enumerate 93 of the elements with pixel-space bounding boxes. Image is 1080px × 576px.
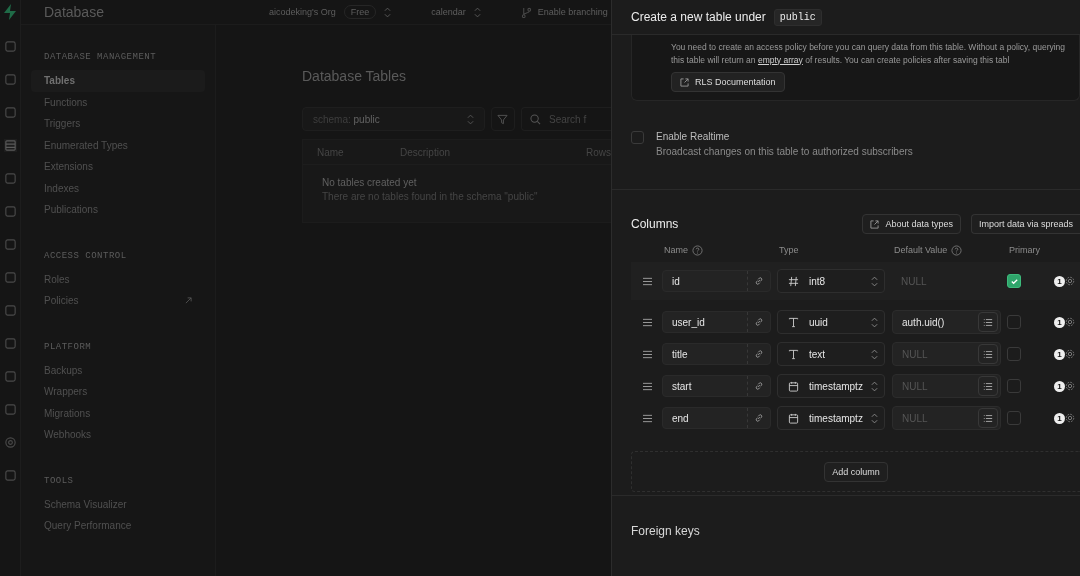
branch-icon [520, 6, 532, 18]
external-link-icon [870, 219, 880, 229]
chevrons-icon [871, 412, 878, 424]
filter-button[interactable] [491, 107, 515, 131]
column-name-field[interactable]: start [662, 375, 771, 397]
drag-handle-icon[interactable] [642, 317, 653, 327]
schema-tag: public [773, 8, 822, 26]
sidebar-item[interactable]: Policies [31, 290, 205, 312]
page-title: Database [43, 4, 105, 20]
sidebar-item[interactable]: Tables [31, 70, 205, 92]
count-badge: 1 [1054, 275, 1065, 287]
drag-handle-icon[interactable] [642, 381, 653, 391]
realtime-checkbox[interactable] [631, 131, 644, 144]
primary-key-checkbox[interactable] [1007, 411, 1021, 425]
chevrons-icon [871, 348, 878, 360]
count-badge: 1 [1054, 348, 1065, 360]
column-name-field[interactable]: id [662, 270, 771, 292]
column-name-field[interactable]: end [662, 407, 771, 429]
sidebar-item[interactable]: Migrations [31, 402, 205, 424]
hash-icon [788, 275, 799, 287]
link-icon[interactable] [754, 276, 764, 286]
column-header: Primary [1009, 245, 1040, 255]
search-icon [530, 113, 541, 125]
column-type-select[interactable]: text [777, 342, 885, 366]
sidebar-item[interactable]: Extensions [31, 156, 205, 178]
link-icon[interactable] [754, 381, 764, 391]
external-link-icon [680, 77, 689, 87]
sidebar-item[interactable]: Functions [31, 91, 205, 113]
sidebar-item[interactable]: Roles [31, 268, 205, 290]
empty-array-link[interactable]: empty array [757, 54, 803, 65]
enable-branching-button[interactable]: Enable branching [537, 7, 608, 17]
help-icon[interactable] [692, 244, 703, 256]
external-link-icon [185, 297, 192, 305]
calendar-icon [788, 412, 799, 424]
database-icon[interactable] [3, 139, 17, 152]
about-data-types-button[interactable]: About data types [862, 214, 961, 234]
filter-icon [497, 113, 509, 125]
link-icon[interactable] [754, 317, 764, 327]
section-heading: TOOLS [43, 475, 75, 486]
column-header: Name [664, 245, 688, 255]
lightning-logo-icon [3, 4, 17, 20]
chevrons-icon[interactable] [384, 6, 392, 18]
section-title: Database Tables [302, 68, 408, 84]
columns-title: Columns [631, 217, 679, 231]
sidebar-item[interactable]: Wrappers [31, 381, 205, 403]
foreign-keys-title: Foreign keys [630, 523, 701, 538]
chevrons-icon [871, 380, 878, 392]
empty-state-title: No tables created yet [322, 177, 418, 188]
text-type-icon [788, 348, 799, 360]
section-heading: PLATFORM [43, 341, 93, 352]
drag-handle-icon[interactable] [642, 413, 653, 423]
primary-key-checkbox[interactable] [1007, 379, 1021, 393]
count-badge: 1 [1054, 412, 1065, 424]
chevrons-icon [871, 316, 878, 328]
chevrons-icon[interactable] [473, 6, 481, 18]
section-heading: ACCESS CONTROL [43, 250, 128, 261]
column-type-select[interactable]: uuid [777, 310, 885, 334]
column-name-field[interactable]: user_id [662, 311, 771, 333]
panel-title: Create a new table under [631, 10, 766, 24]
primary-key-checkbox[interactable] [1007, 347, 1021, 361]
column-header: Default Value [894, 245, 948, 255]
sidebar-item[interactable]: Webhooks [31, 424, 205, 446]
realtime-description: Broadcast changes on this table to authorized subscribers [656, 146, 913, 157]
calendar-icon [788, 380, 799, 392]
column-name-field[interactable]: title [662, 343, 771, 365]
sidebar-item[interactable]: Backups [31, 359, 205, 381]
column-type-select[interactable]: timestamptz [777, 374, 885, 398]
rls-notice-text: You need to create an access policy before you can query data from this table. Without a policy, querying this table will return an empty array of results. You can create policies after saving this tabl [671, 41, 1067, 66]
sidebar-item[interactable]: Publications [31, 199, 205, 221]
primary-key-checkbox[interactable] [1007, 315, 1021, 329]
column-header: Type [779, 245, 799, 255]
column-type-select[interactable]: int8 [777, 269, 885, 293]
project-selector[interactable]: calendar [431, 7, 466, 17]
default-value-field[interactable]: auth.uid() [892, 310, 1001, 334]
count-badge: 1 [1054, 380, 1065, 392]
rls-documentation-button[interactable]: RLS Documentation [671, 72, 785, 92]
add-column-button[interactable]: Add column [824, 461, 888, 482]
text-type-icon [788, 316, 799, 328]
link-icon[interactable] [754, 413, 764, 423]
column-type-select[interactable]: timestamptz [777, 406, 885, 430]
drag-handle-icon[interactable] [642, 349, 653, 359]
org-selector[interactable]: aicodeking's Org [269, 7, 336, 17]
section-heading: DATABASE MANAGEMENT [43, 52, 158, 62]
import-data-button[interactable]: Import data via spreads [970, 214, 1080, 234]
chevrons-icon [467, 113, 474, 125]
link-icon[interactable] [754, 349, 764, 359]
chevrons-icon [871, 275, 878, 287]
realtime-label: Enable Realtime [656, 131, 731, 142]
drag-handle-icon[interactable] [642, 276, 653, 286]
primary-key-checkbox[interactable] [1007, 274, 1021, 288]
count-badge: 1 [1054, 316, 1065, 328]
help-icon[interactable] [951, 244, 963, 256]
check-icon [1009, 276, 1019, 286]
